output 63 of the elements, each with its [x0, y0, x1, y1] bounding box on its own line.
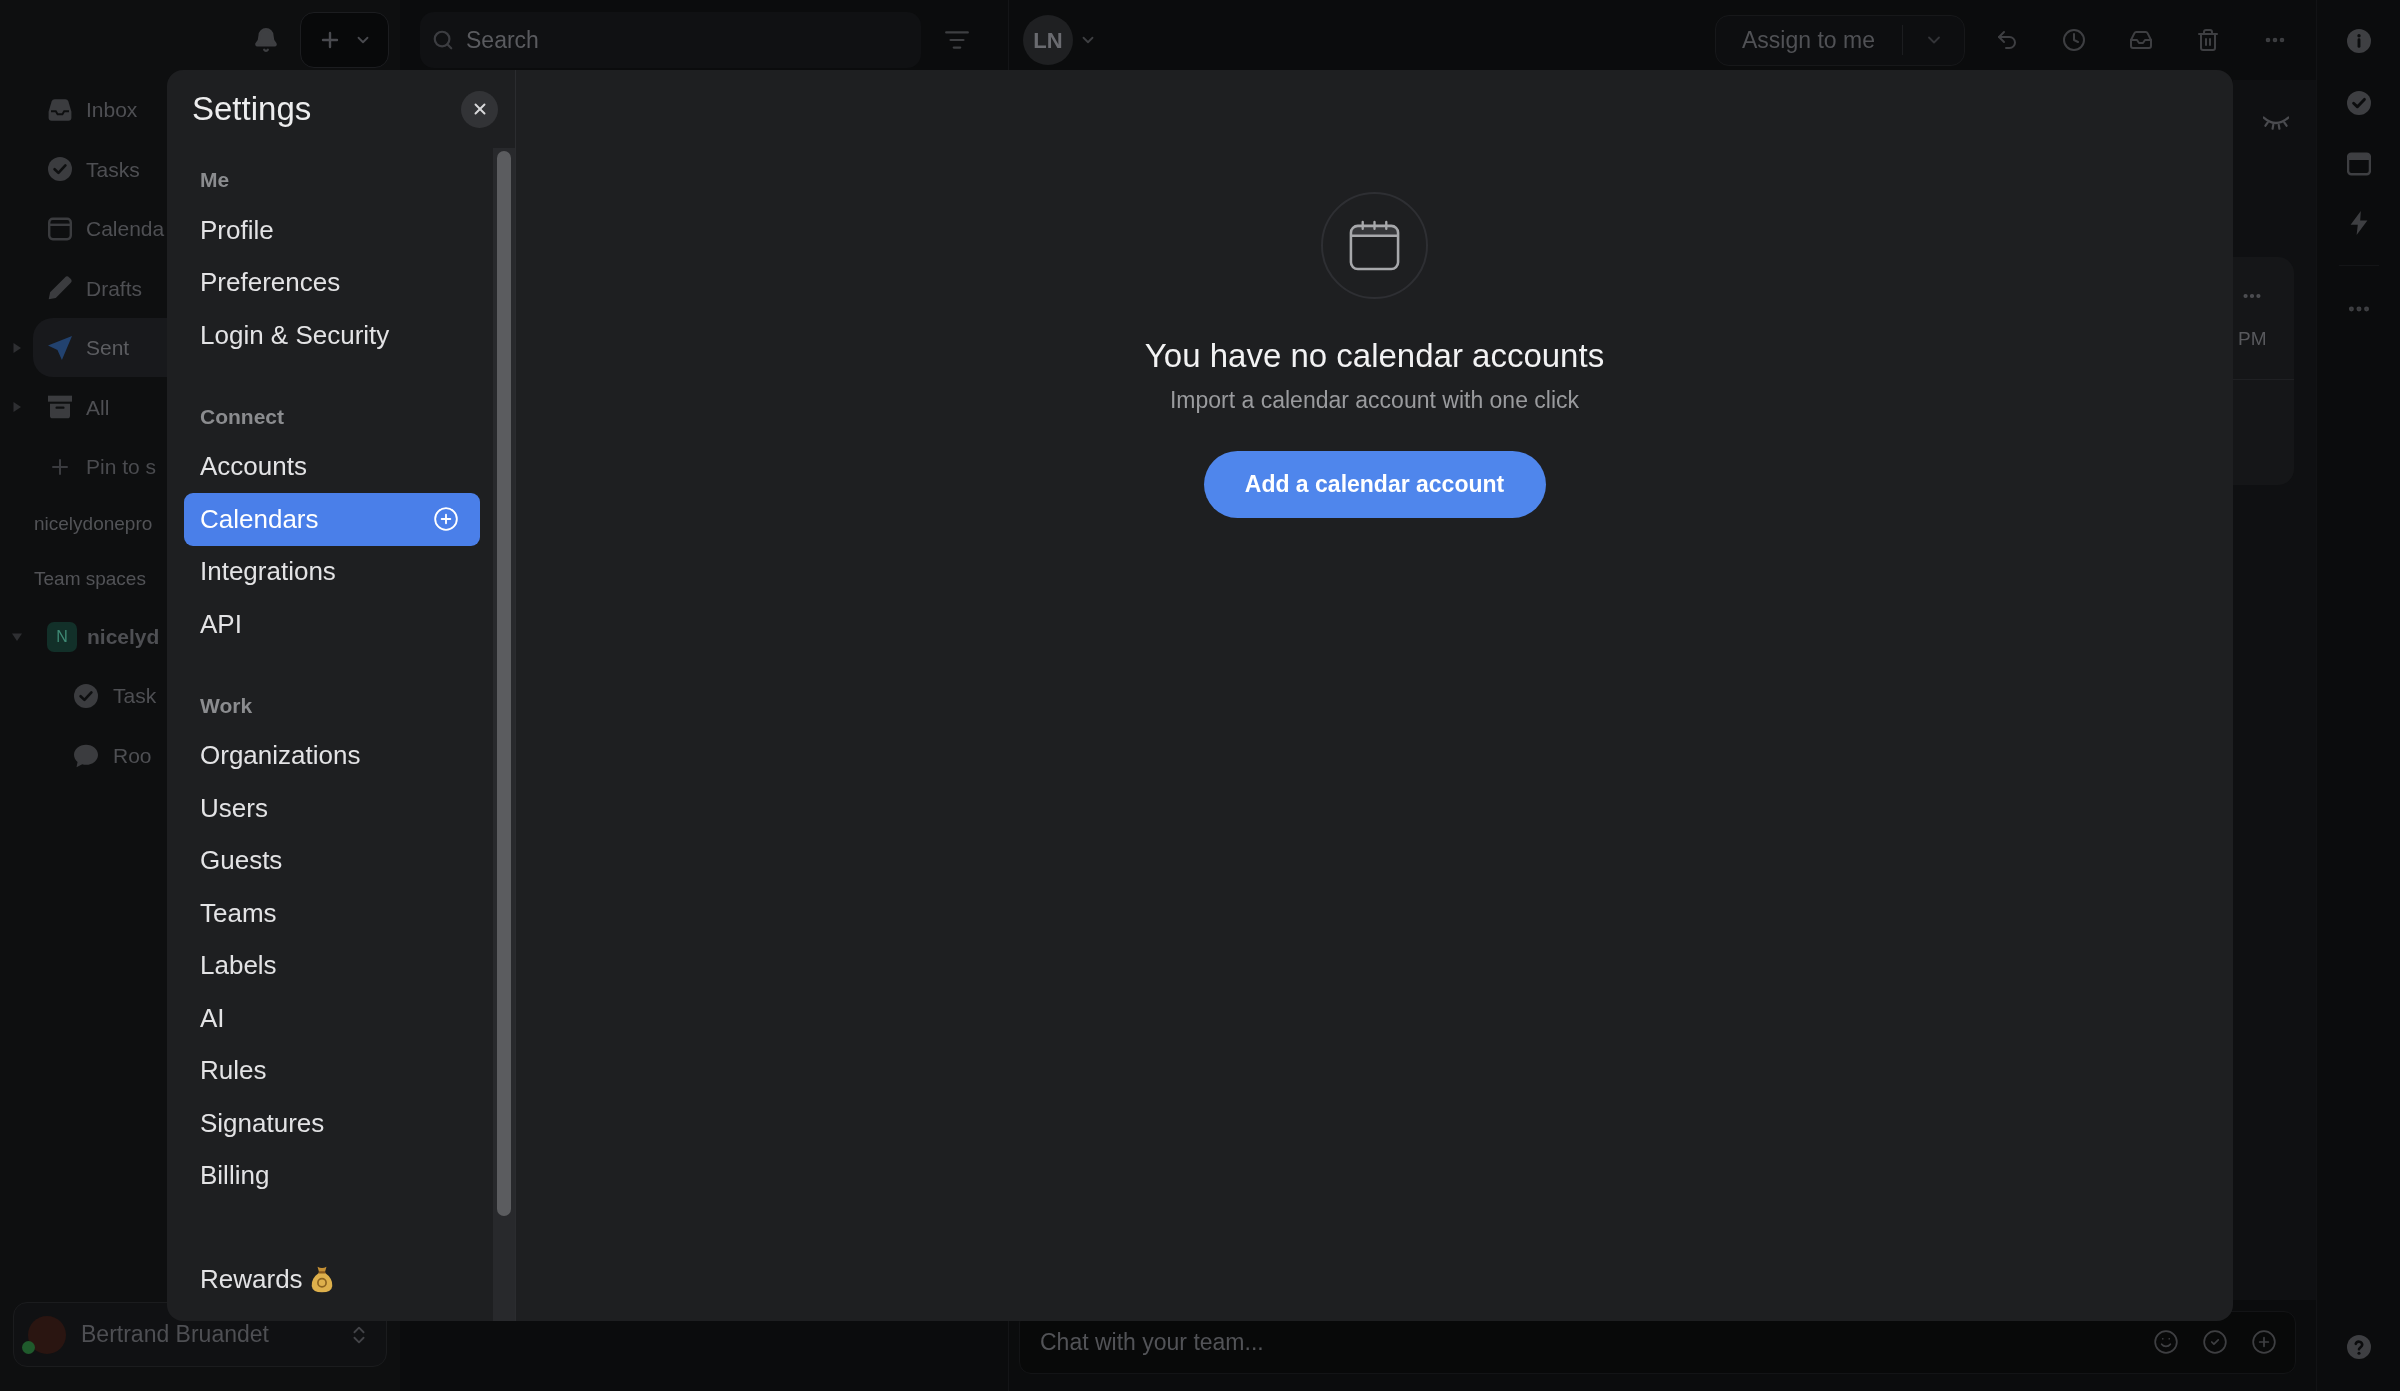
section-heading: Me	[200, 167, 230, 194]
plus-circle-icon[interactable]	[433, 506, 459, 533]
pencil-icon	[48, 276, 72, 301]
paper-plane-icon	[48, 335, 72, 360]
trash-icon[interactable]	[2196, 28, 2220, 52]
archive-box-icon	[48, 395, 72, 420]
bell-icon[interactable]	[253, 27, 279, 53]
calendar-icon	[48, 216, 72, 241]
settings-nav-item[interactable]: Billing	[184, 1149, 480, 1202]
dialog-title: Settings	[192, 89, 312, 129]
settings-nav-item[interactable]: Guests	[184, 834, 480, 887]
empty-state-subtitle: Import a calendar account with one click	[1169, 386, 1580, 414]
settings-nav-item[interactable]: API	[184, 598, 480, 651]
compose-button[interactable]	[300, 12, 389, 68]
settings-nav-item[interactable]: Login & Security	[184, 309, 480, 362]
check-circle-icon[interactable]	[2202, 1329, 2228, 1355]
calendar-icon[interactable]	[2346, 152, 2371, 176]
lightning-bolt-icon[interactable]	[2349, 211, 2368, 235]
section-heading: Work	[200, 692, 253, 719]
user-name: Bertrand Bruandet	[81, 1320, 269, 1350]
settings-nav-item[interactable]: Users	[184, 782, 480, 835]
team-badge: N	[47, 621, 77, 652]
help-icon[interactable]	[2346, 1335, 2371, 1359]
settings-nav-item[interactable]: Integrations	[184, 545, 480, 598]
settings-nav-item[interactable]: Calendars	[184, 493, 480, 546]
triangle-down-icon[interactable]	[11, 631, 22, 642]
settings-nav-item[interactable]: Labels	[184, 939, 480, 992]
search-icon	[432, 29, 454, 51]
calendar-icon	[1321, 192, 1428, 299]
settings-nav-item[interactable]: AI	[184, 992, 480, 1045]
section-heading: Connect	[200, 403, 284, 430]
settings-nav-item[interactable]: Accounts	[184, 440, 480, 493]
team-space-item[interactable]: N nicelyd	[33, 607, 167, 666]
triangle-right-icon[interactable]	[11, 342, 22, 353]
scrollbar-thumb[interactable]	[497, 151, 511, 1216]
settings-nav-item[interactable]: Teams	[184, 887, 480, 940]
message-time: PM	[2238, 327, 2268, 351]
empty-state-title: You have no calendar accounts	[1144, 336, 1605, 376]
account-label: nicelydonepro	[34, 511, 153, 536]
eye-closed-icon[interactable]	[2263, 116, 2289, 130]
settings-nav-item[interactable]: Signatures	[184, 1097, 480, 1150]
section-heading: Team spaces	[34, 567, 146, 592]
scrollbar[interactable]	[493, 148, 515, 1321]
settings-nav-item[interactable]: Profile	[184, 204, 480, 257]
clock-icon[interactable]	[2062, 28, 2086, 52]
close-button[interactable]	[461, 90, 498, 128]
smiley-icon[interactable]	[2153, 1329, 2179, 1355]
settings-nav-item[interactable]: Preferences	[184, 256, 480, 309]
triangle-right-icon[interactable]	[11, 402, 22, 413]
check-circle-icon	[48, 157, 72, 182]
settings-nav-item[interactable]: Rules	[184, 1044, 480, 1097]
money-bag-icon	[310, 1265, 333, 1293]
inbox-tray-icon	[48, 97, 72, 122]
undo-icon[interactable]	[1995, 28, 2019, 52]
speech-bubble-icon	[74, 744, 98, 768]
inbox-icon[interactable]	[2129, 28, 2153, 52]
plus-circle-icon[interactable]	[2251, 1329, 2277, 1355]
info-icon[interactable]	[2346, 29, 2371, 53]
add-calendar-button[interactable]: Add a calendar account	[1203, 451, 1546, 518]
search-field[interactable]: Search	[420, 12, 921, 68]
check-circle-icon[interactable]	[2346, 91, 2371, 115]
check-circle-icon	[74, 684, 98, 708]
settings-nav-item[interactable]: Organizations	[184, 729, 480, 782]
